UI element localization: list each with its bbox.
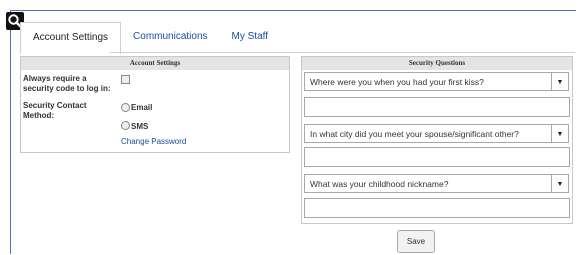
- question-1-select[interactable]: Where were you when you had your first k…: [304, 72, 552, 91]
- caret-down-icon[interactable]: ▼: [551, 72, 569, 91]
- change-password-link[interactable]: Change Password: [121, 137, 186, 146]
- require-code-checkbox[interactable]: [121, 75, 130, 84]
- security-questions-heading: Security Questions: [302, 57, 572, 70]
- save-button[interactable]: Save: [397, 230, 435, 253]
- caret-down-icon[interactable]: ▼: [551, 124, 569, 143]
- sms-radio[interactable]: [121, 121, 130, 130]
- tab-bar: Account Settings Communications My Staff: [20, 22, 281, 54]
- security-questions-panel: Security Questions Where were you when y…: [301, 56, 573, 224]
- require-code-label: Always require a security code to log in…: [23, 74, 111, 93]
- email-option-label: Email: [131, 103, 153, 112]
- account-settings-heading: Account Settings: [21, 57, 289, 70]
- sms-option-label: SMS: [131, 122, 149, 131]
- account-settings-panel: Account Settings Always require a securi…: [20, 56, 290, 153]
- question-3-select[interactable]: What was your childhood nickname?: [304, 174, 552, 193]
- answer-2-input[interactable]: [304, 147, 570, 167]
- tab-account-settings[interactable]: Account Settings: [20, 22, 122, 54]
- tab-divider: [110, 52, 575, 53]
- tab-communications[interactable]: Communications: [121, 22, 219, 52]
- tab-my-staff[interactable]: My Staff: [220, 22, 281, 52]
- answer-3-input[interactable]: [304, 198, 570, 218]
- email-radio[interactable]: [121, 103, 130, 112]
- question-2-select[interactable]: In what city did you meet your spouse/si…: [304, 124, 552, 143]
- caret-down-icon[interactable]: ▼: [551, 174, 569, 193]
- answer-1-input[interactable]: [304, 97, 570, 117]
- contact-method-label: Security Contact Method:: [23, 101, 87, 120]
